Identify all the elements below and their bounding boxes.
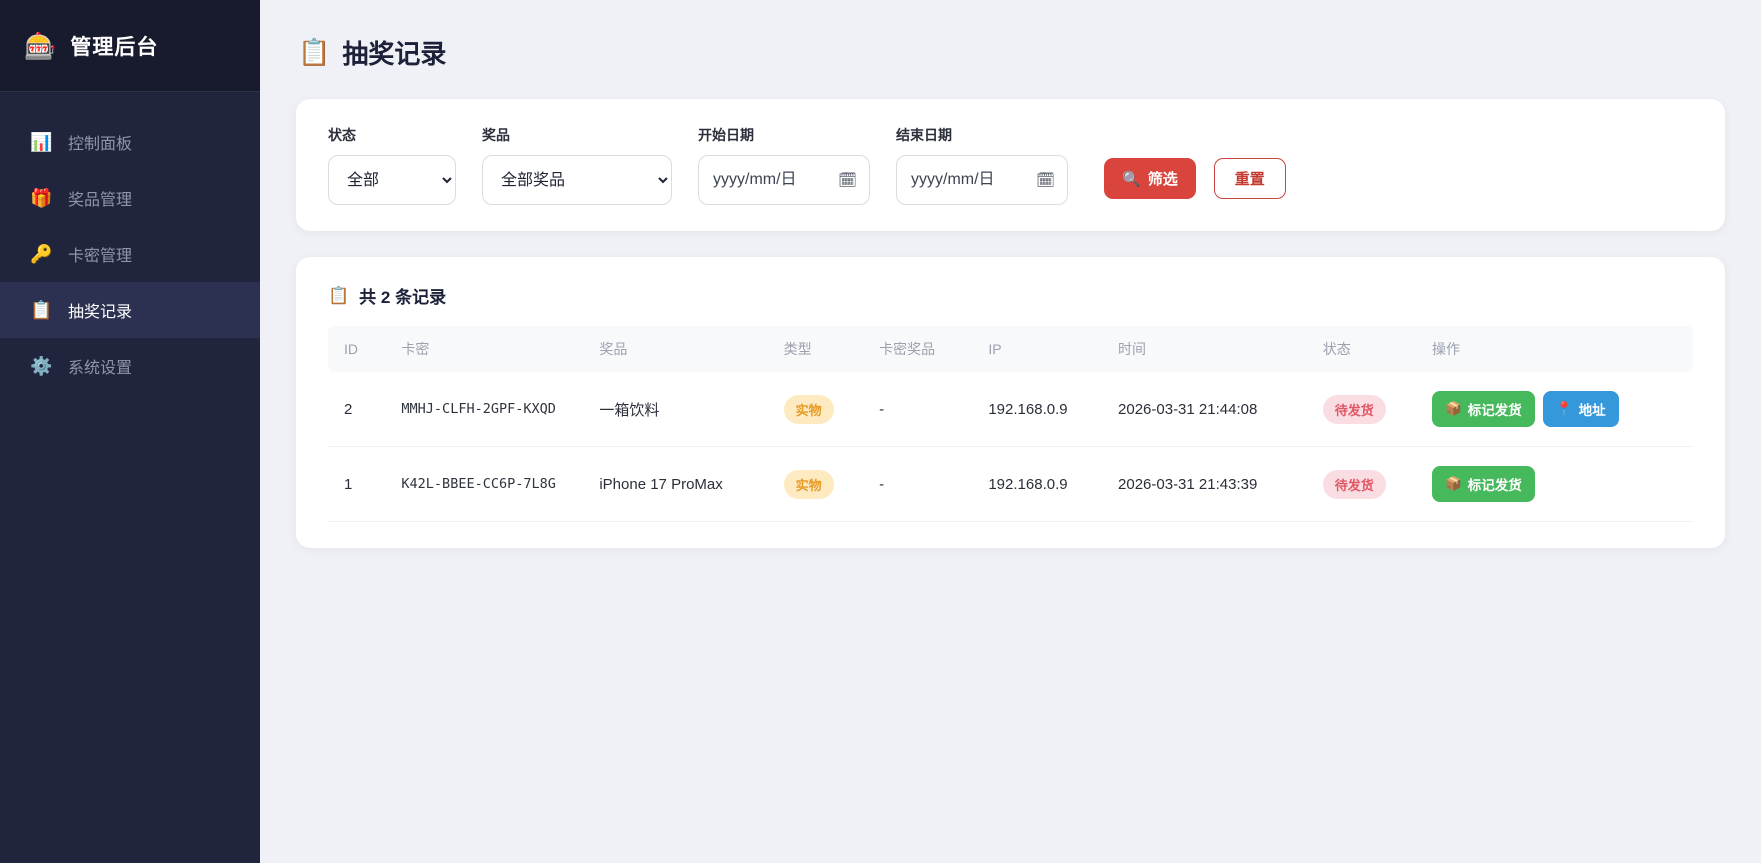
filter-button[interactable]: 🔍 筛选	[1104, 158, 1196, 199]
cell-actions: 📦 标记发货 📍 地址	[1420, 372, 1693, 447]
status-filter-group: 状态 全部	[328, 125, 456, 205]
cell-card-prize: -	[867, 447, 976, 522]
prize-filter-group: 奖品 全部奖品	[482, 125, 672, 205]
sidebar-item-label: 系统设置	[68, 354, 132, 378]
app-window: 🎰 管理后台 📊 控制面板 🎁 奖品管理 🔑 卡密管理 📋 抽奖记录 ⚙️ 系统设置 📋 抽奖记录…	[0, 0, 1761, 863]
slot-machine-icon: 🎰	[24, 33, 56, 59]
page-title-text: 抽奖记录	[342, 34, 446, 71]
status-badge: 待发货	[1323, 470, 1386, 499]
status-filter-select[interactable]: 全部	[328, 155, 456, 205]
records-summary-text: 共 2 条记录	[359, 283, 446, 308]
sidebar-item-奖品管理[interactable]: 🎁 奖品管理	[0, 170, 260, 226]
key-icon: 🔑	[30, 244, 52, 265]
gear-icon: ⚙️	[30, 356, 52, 377]
main-content: 📋 抽奖记录 状态 全部 奖品 全部奖品 开始日	[260, 0, 1761, 863]
type-badge: 实物	[784, 470, 834, 499]
filter-card: 状态 全部 奖品 全部奖品 开始日期 🗓	[296, 99, 1725, 231]
start-date-group: 开始日期 🗓	[698, 125, 870, 205]
clipboard-icon: 📋	[30, 300, 52, 321]
end-date-input[interactable]	[896, 155, 1068, 205]
records-header-row: ID卡密奖品类型卡密奖品IP时间状态操作	[328, 326, 1693, 372]
cell-time: 2026-03-31 21:44:08	[1106, 372, 1311, 447]
cell-ip: 192.168.0.9	[976, 372, 1106, 447]
dashboard-icon: 📊	[30, 132, 52, 153]
sidebar-item-label: 抽奖记录	[68, 298, 132, 322]
sidebar-item-控制面板[interactable]: 📊 控制面板	[0, 114, 260, 170]
sidebar-item-label: 控制面板	[68, 130, 132, 154]
cell-card-key: MMHJ-CLFH-2GPF-KXQD	[389, 372, 587, 447]
app-logo: 🎰 管理后台	[0, 0, 260, 92]
type-badge: 实物	[784, 395, 834, 424]
status-filter-label: 状态	[328, 125, 456, 145]
reset-button-label: 重置	[1235, 168, 1265, 189]
action-button-label: 标记发货	[1468, 474, 1522, 494]
column-header-卡密奖品: 卡密奖品	[867, 326, 976, 372]
prize-filter-select[interactable]: 全部奖品	[482, 155, 672, 205]
end-date-group: 结束日期 🗓	[896, 125, 1068, 205]
column-header-时间: 时间	[1106, 326, 1311, 372]
search-icon: 🔍	[1122, 170, 1141, 188]
pin-icon: 📍	[1556, 401, 1573, 417]
mark-shipped-button[interactable]: 📦 标记发货	[1432, 466, 1535, 502]
reset-button[interactable]: 重置	[1214, 158, 1286, 199]
column-header-奖品: 奖品	[587, 326, 771, 372]
sidebar-item-label: 卡密管理	[68, 242, 132, 266]
cell-id: 1	[328, 447, 389, 522]
filter-actions: 🔍 筛选 重置	[1104, 158, 1286, 205]
column-header-ID: ID	[328, 326, 389, 372]
filter-button-label: 筛选	[1148, 168, 1178, 189]
sidebar-item-卡密管理[interactable]: 🔑 卡密管理	[0, 226, 260, 282]
cell-prize: iPhone 17 ProMax	[587, 447, 771, 522]
cell-ip: 192.168.0.9	[976, 447, 1106, 522]
clipboard-icon: 📋	[298, 37, 330, 68]
column-header-类型: 类型	[772, 326, 868, 372]
cell-status: 待发货	[1311, 447, 1420, 522]
action-button-label: 地址	[1579, 399, 1606, 419]
package-icon: 📦	[1445, 476, 1462, 492]
records-table: ID卡密奖品类型卡密奖品IP时间状态操作 2MMHJ-CLFH-2GPF-KXQ…	[328, 326, 1693, 522]
column-header-卡密: 卡密	[389, 326, 587, 372]
records-summary: 📋 共 2 条记录	[328, 283, 1693, 308]
cell-time: 2026-03-31 21:43:39	[1106, 447, 1311, 522]
action-button-label: 标记发货	[1468, 399, 1522, 419]
cell-card-prize: -	[867, 372, 976, 447]
records-table-head: ID卡密奖品类型卡密奖品IP时间状态操作	[328, 326, 1693, 372]
records-table-body: 2MMHJ-CLFH-2GPF-KXQD一箱饮料实物 -192.168.0.920…	[328, 372, 1693, 522]
page-title: 📋 抽奖记录	[298, 34, 1725, 71]
records-card: 📋 共 2 条记录 ID卡密奖品类型卡密奖品IP时间状态操作 2MMHJ-CLF…	[296, 257, 1725, 548]
prize-filter-label: 奖品	[482, 125, 672, 145]
table-row: 1K42L-BBEE-CC6P-7L8GiPhone 17 ProMax 实物 -1…	[328, 447, 1693, 522]
cell-id: 2	[328, 372, 389, 447]
sidebar-item-label: 奖品管理	[68, 186, 132, 210]
column-header-操作: 操作	[1420, 326, 1693, 372]
gift-icon: 🎁	[30, 188, 52, 209]
status-badge: 待发货	[1323, 395, 1386, 424]
cell-type: 实物	[772, 372, 868, 447]
cell-status: 待发货	[1311, 372, 1420, 447]
cell-card-key: K42L-BBEE-CC6P-7L8G	[389, 447, 587, 522]
start-date-input[interactable]	[698, 155, 870, 205]
filter-bar: 状态 全部 奖品 全部奖品 开始日期 🗓	[328, 125, 1693, 205]
sidebar-item-抽奖记录[interactable]: 📋 抽奖记录	[0, 282, 260, 338]
clipboard-icon: 📋	[328, 286, 349, 306]
cell-prize: 一箱饮料	[587, 372, 771, 447]
sidebar: 🎰 管理后台 📊 控制面板 🎁 奖品管理 🔑 卡密管理 📋 抽奖记录 ⚙️ 系统设置	[0, 0, 260, 863]
end-date-label: 结束日期	[896, 125, 1068, 145]
sidebar-item-系统设置[interactable]: ⚙️ 系统设置	[0, 338, 260, 394]
column-header-状态: 状态	[1311, 326, 1420, 372]
sidebar-nav: 📊 控制面板 🎁 奖品管理 🔑 卡密管理 📋 抽奖记录 ⚙️ 系统设置	[0, 92, 260, 394]
cell-type: 实物	[772, 447, 868, 522]
package-icon: 📦	[1445, 401, 1462, 417]
start-date-label: 开始日期	[698, 125, 870, 145]
cell-actions: 📦 标记发货	[1420, 447, 1693, 522]
end-date-wrap: 🗓	[896, 155, 1068, 205]
mark-shipped-button[interactable]: 📦 标记发货	[1432, 391, 1535, 427]
column-header-IP: IP	[976, 326, 1106, 372]
table-row: 2MMHJ-CLFH-2GPF-KXQD一箱饮料实物 -192.168.0.920…	[328, 372, 1693, 447]
app-title: 管理后台	[70, 31, 158, 61]
address-button[interactable]: 📍 地址	[1543, 391, 1619, 427]
start-date-wrap: 🗓	[698, 155, 870, 205]
